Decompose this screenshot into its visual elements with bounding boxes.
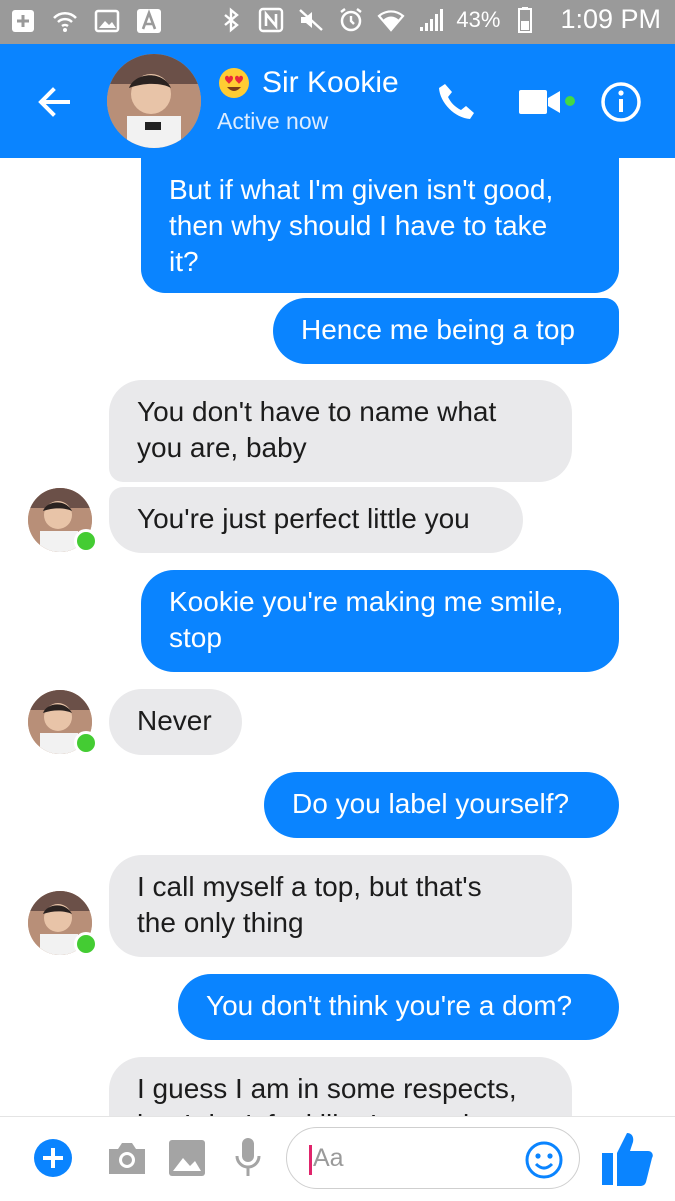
phone-call-icon[interactable] xyxy=(436,80,478,122)
message-input-placeholder: Aa xyxy=(313,1144,344,1172)
emoji-icon[interactable] xyxy=(525,1141,563,1179)
message-text: Kookie you're making me smile, stop xyxy=(169,586,564,653)
message-thread[interactable]: But if what I'm given isn't good, then w… xyxy=(0,158,675,1116)
message-bubble-received[interactable]: You're just perfect little you xyxy=(109,487,523,553)
image-icon[interactable] xyxy=(168,1139,206,1177)
heart-eyes-emoji-icon xyxy=(219,68,249,98)
message-text: I call myself a top, but that's the only… xyxy=(137,871,482,938)
message-text: You don't have to name what you are, bab… xyxy=(137,396,497,463)
contact-name: Sir Kookie xyxy=(262,66,399,99)
message-bubble-received[interactable]: You don't have to name what you are, bab… xyxy=(109,380,572,482)
mute-icon xyxy=(296,5,326,35)
gallery-icon xyxy=(92,6,122,36)
online-indicator xyxy=(74,932,98,956)
status-bar: 43% 1:09 PM xyxy=(0,0,675,44)
message-composer: Aa xyxy=(0,1116,675,1201)
message-text: Never xyxy=(137,705,212,736)
message-text: But if what I'm given isn't good, then w… xyxy=(169,174,554,277)
alarm-icon xyxy=(336,5,366,35)
wifi-call-icon xyxy=(50,6,80,36)
camera-icon[interactable] xyxy=(106,1140,148,1176)
message-text: You're just perfect little you xyxy=(137,503,470,534)
message-bubble-sent[interactable]: Hence me being a top xyxy=(273,298,619,364)
add-notification-icon xyxy=(8,6,38,36)
message-bubble-received[interactable]: Never xyxy=(109,689,242,755)
message-text: I guess I am in some respects, but I don… xyxy=(137,1073,517,1116)
battery-icon xyxy=(510,5,540,35)
message-text: You don't think you're a dom? xyxy=(206,990,573,1021)
battery-percent: 43% xyxy=(456,6,501,32)
font-icon xyxy=(134,6,164,36)
plus-icon[interactable] xyxy=(33,1138,73,1178)
wifi-icon xyxy=(376,5,406,35)
clock: 1:09 PM xyxy=(560,4,661,34)
text-cursor xyxy=(309,1145,312,1175)
message-bubble-sent[interactable]: Kookie you're making me smile, stop xyxy=(141,570,619,672)
back-arrow-icon[interactable] xyxy=(34,82,74,122)
info-icon[interactable] xyxy=(600,81,642,123)
online-indicator xyxy=(74,731,98,755)
video-active-dot xyxy=(565,96,575,106)
microphone-icon[interactable] xyxy=(234,1136,262,1178)
message-bubble-sent[interactable]: You don't think you're a dom? xyxy=(178,974,619,1040)
message-bubble-sent[interactable]: But if what I'm given isn't good, then w… xyxy=(141,158,619,293)
video-call-icon[interactable] xyxy=(518,86,562,118)
message-bubble-sent[interactable]: Do you label yourself? xyxy=(264,772,619,838)
message-bubble-received[interactable]: I call myself a top, but that's the only… xyxy=(109,855,572,957)
contact-avatar[interactable] xyxy=(107,54,201,148)
contact-title[interactable]: Sir Kookie xyxy=(218,66,399,100)
bluetooth-icon xyxy=(216,5,246,35)
message-bubble-received[interactable]: I guess I am in some respects, but I don… xyxy=(109,1057,572,1116)
message-text: Do you label yourself? xyxy=(292,788,570,819)
signal-icon xyxy=(416,5,446,35)
nfc-icon xyxy=(256,5,286,35)
conversation-header: Sir Kookie Active now xyxy=(0,44,675,158)
message-input[interactable]: Aa xyxy=(286,1127,580,1189)
thumbs-up-icon[interactable] xyxy=(600,1127,656,1189)
message-text: Hence me being a top xyxy=(301,314,575,345)
active-status: Active now xyxy=(217,108,329,134)
online-indicator xyxy=(74,529,98,553)
